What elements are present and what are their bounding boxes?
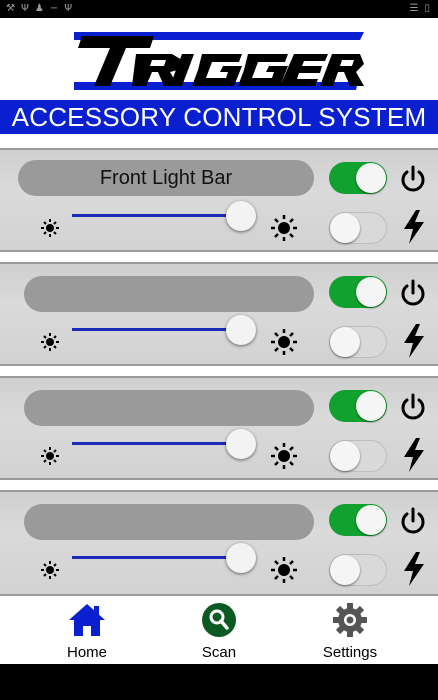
- brightness-low-icon: [41, 219, 59, 237]
- brightness-low-icon: [41, 333, 59, 351]
- brightness-slider-knob[interactable]: [226, 201, 256, 231]
- brightness-high-icon: [271, 443, 297, 469]
- accessory-panel-1: Front Light Bar: [0, 148, 438, 252]
- power-icon: [401, 393, 425, 420]
- power-toggle[interactable]: [329, 390, 387, 422]
- strobe-toggle[interactable]: [329, 326, 387, 358]
- nav-home[interactable]: Home: [37, 602, 137, 661]
- power-toggle[interactable]: [329, 504, 387, 536]
- brightness-low-icon: [41, 447, 59, 465]
- trigger-logo: [74, 32, 364, 90]
- logo-area: [0, 18, 438, 100]
- flash-icon: [404, 210, 424, 244]
- accessory-name-field[interactable]: Front Light Bar: [18, 160, 314, 196]
- search-icon: [202, 603, 236, 637]
- system-nav-bar: [0, 664, 438, 700]
- power-icon: [401, 165, 425, 192]
- brightness-slider-track[interactable]: [72, 328, 242, 331]
- nav-settings-label: Settings: [322, 644, 378, 661]
- accessory-panel-4: [0, 490, 438, 596]
- brightness-high-icon: [271, 215, 297, 241]
- battery-icon: ▯: [424, 3, 430, 14]
- accessory-name-field[interactable]: [24, 504, 314, 540]
- person-icon: ♟: [34, 3, 44, 14]
- accessory-panel-3: [0, 376, 438, 480]
- brightness-high-icon: [271, 329, 297, 355]
- brightness-slider-knob[interactable]: [226, 543, 256, 573]
- gear-icon: [333, 603, 367, 637]
- brightness-high-icon: [271, 557, 297, 583]
- nav-settings[interactable]: Settings: [300, 602, 400, 661]
- nav-home-label: Home: [66, 644, 107, 661]
- accessory-name-field[interactable]: [24, 390, 314, 426]
- strobe-toggle[interactable]: [329, 554, 387, 586]
- power-icon: [401, 507, 425, 534]
- home-icon: [69, 604, 105, 636]
- brightness-slider-knob[interactable]: [226, 429, 256, 459]
- wifi-icon: ☰: [409, 3, 419, 14]
- banner-title: ACCESSORY CONTROL SYSTEM: [0, 100, 438, 134]
- flash-icon: [404, 438, 424, 472]
- power-toggle[interactable]: [329, 162, 387, 194]
- accessory-name-field[interactable]: [24, 276, 314, 312]
- brightness-slider-track[interactable]: [72, 214, 242, 217]
- wrench-icon: ⚒: [6, 3, 15, 14]
- power-toggle[interactable]: [329, 276, 387, 308]
- power-icon: [401, 279, 425, 306]
- status-bar: ⚒ Ψ ♟ − Ψ ☰ ▯: [0, 0, 438, 18]
- brightness-slider-knob[interactable]: [226, 315, 256, 345]
- flash-icon: [404, 324, 424, 358]
- usb-icon: Ψ: [20, 3, 29, 14]
- clip-icon: −: [49, 3, 59, 14]
- brightness-slider-track[interactable]: [72, 556, 242, 559]
- nav-scan-label: Scan: [201, 644, 237, 661]
- brightness-low-icon: [41, 561, 59, 579]
- flash-icon: [404, 552, 424, 586]
- strobe-toggle[interactable]: [329, 212, 387, 244]
- brightness-slider-track[interactable]: [72, 442, 242, 445]
- bottom-nav: Home Scan Settings: [0, 596, 438, 664]
- accessory-panel-2: [0, 262, 438, 366]
- strobe-toggle[interactable]: [329, 440, 387, 472]
- usb-icon: Ψ: [64, 3, 73, 14]
- nav-scan[interactable]: Scan: [169, 602, 269, 661]
